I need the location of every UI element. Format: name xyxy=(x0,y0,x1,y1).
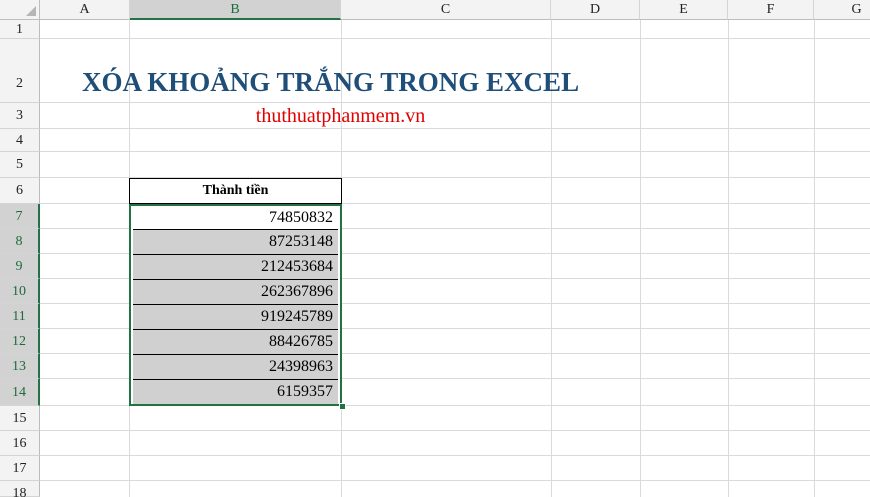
row-header-8[interactable]: 8 xyxy=(0,229,40,254)
gridline xyxy=(640,20,641,497)
fill-handle[interactable] xyxy=(339,403,346,410)
table-cell[interactable]: 74850832 xyxy=(133,206,338,230)
gridline xyxy=(40,455,870,456)
gridline xyxy=(814,20,815,497)
row-header-11[interactable]: 11 xyxy=(0,304,40,329)
sheet-title: XÓA KHOẢNG TRẮNG TRONG EXCEL xyxy=(82,67,580,97)
row-header-6[interactable]: 6 xyxy=(0,178,40,204)
column-header-a[interactable]: A xyxy=(40,0,130,20)
row-header-13[interactable]: 13 xyxy=(0,354,40,379)
row-header-1[interactable]: 1 xyxy=(0,20,40,39)
row-header-9[interactable]: 9 xyxy=(0,254,40,279)
gridline xyxy=(40,151,870,152)
column-header-d[interactable]: D xyxy=(551,0,640,20)
row-header-3[interactable]: 3 xyxy=(0,103,40,129)
row-header-5[interactable]: 5 xyxy=(0,152,40,178)
selected-range[interactable]: 74850832 87253148 212453684 262367896 91… xyxy=(129,204,342,406)
table-cell[interactable]: 24398963 xyxy=(133,355,338,380)
sheet-subtitle: thuthuatphanmem.vn xyxy=(255,105,426,127)
column-header-b[interactable]: B xyxy=(130,0,341,20)
row-header-18[interactable]: 18 xyxy=(0,481,40,497)
column-header-f[interactable]: F xyxy=(728,0,814,20)
gridline xyxy=(40,480,870,481)
column-header-e[interactable]: E xyxy=(640,0,728,20)
spreadsheet-grid: A B C D E F G 1 2 3 4 5 6 7 8 9 10 11 12… xyxy=(0,0,870,497)
table-header-cell[interactable]: Thành tiền xyxy=(129,178,342,204)
row-header-12[interactable]: 12 xyxy=(0,329,40,354)
table-cell[interactable]: 262367896 xyxy=(133,280,338,305)
column-header-c[interactable]: C xyxy=(341,0,551,20)
table-cell[interactable]: 88426785 xyxy=(133,330,338,355)
row-header-17[interactable]: 17 xyxy=(0,456,40,481)
table-cell[interactable]: 87253148 xyxy=(133,230,338,255)
row-header-2[interactable]: 2 xyxy=(0,39,40,103)
gridline xyxy=(40,430,870,431)
row-header-15[interactable]: 15 xyxy=(0,406,40,431)
table-cell[interactable]: 212453684 xyxy=(133,255,338,280)
table-cell[interactable]: 919245789 xyxy=(133,305,338,330)
select-all-triangle-icon xyxy=(26,6,36,16)
row-header-14[interactable]: 14 xyxy=(0,379,40,406)
row-header-7[interactable]: 7 xyxy=(0,204,40,229)
row-header-4[interactable]: 4 xyxy=(0,129,40,152)
column-header-g[interactable]: G xyxy=(814,0,870,20)
row-header-16[interactable]: 16 xyxy=(0,431,40,456)
gridline xyxy=(40,38,870,39)
table-cell[interactable]: 6159357 xyxy=(133,380,338,404)
gridline xyxy=(728,20,729,497)
select-all-corner[interactable] xyxy=(0,0,40,20)
row-header-10[interactable]: 10 xyxy=(0,279,40,304)
